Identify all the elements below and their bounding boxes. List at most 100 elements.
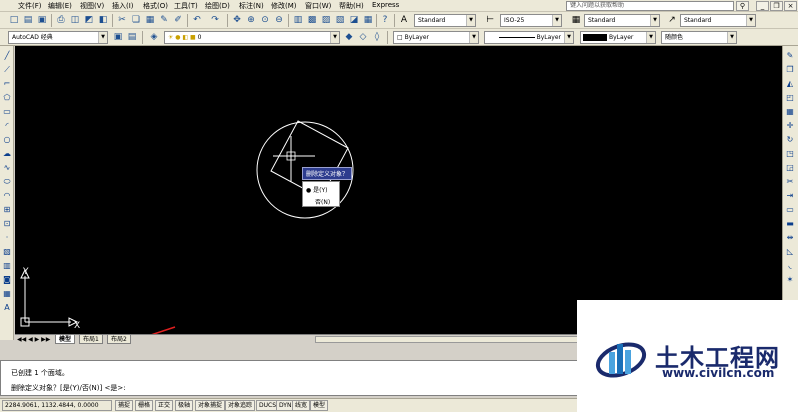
menu-view[interactable]: 视图(V): [80, 1, 104, 11]
menu-insert[interactable]: 插入(I): [112, 1, 134, 11]
properties-icon[interactable]: ▥: [292, 14, 304, 26]
revision-cloud-icon[interactable]: ☁: [1, 148, 13, 160]
lineweight-toggle[interactable]: 线宽: [292, 400, 311, 411]
layer-select[interactable]: ☀ ● ◧ ■ 0 ▼: [164, 31, 340, 44]
explode-icon[interactable]: ✶: [784, 274, 796, 286]
print-icon[interactable]: ⎙: [55, 14, 67, 26]
polyline-icon[interactable]: ⌐: [1, 78, 13, 90]
layer-states-icon[interactable]: ◊: [371, 31, 383, 43]
menu-format[interactable]: 格式(O): [143, 1, 168, 11]
option-yes[interactable]: ● 是(Y): [306, 185, 328, 194]
menu-tools[interactable]: 工具(T): [174, 1, 198, 11]
cut-icon[interactable]: ✂: [116, 14, 128, 26]
mirror-icon[interactable]: ◭: [784, 78, 796, 90]
drawing-canvas[interactable]: Y X: [15, 46, 782, 334]
print-preview-icon[interactable]: ◫: [69, 14, 81, 26]
offset-icon[interactable]: ◰: [784, 92, 796, 104]
linetype-select[interactable]: ByLayer ▼: [484, 31, 574, 44]
snap-toggle[interactable]: 捕捉: [115, 400, 134, 411]
trim-icon[interactable]: ✂: [784, 176, 796, 188]
menu-express[interactable]: Express: [372, 1, 399, 9]
gradient-icon[interactable]: ▥: [1, 260, 13, 272]
lineweight-select[interactable]: ByLayer ▼: [580, 31, 656, 44]
menu-file[interactable]: 文件(F): [18, 1, 42, 11]
erase-icon[interactable]: ✎: [784, 50, 796, 62]
copy-icon[interactable]: ❏: [130, 14, 142, 26]
tab-layout1[interactable]: 布局1: [79, 335, 103, 344]
polygon-icon[interactable]: ⬠: [1, 92, 13, 104]
search-icon[interactable]: ⚲: [736, 1, 749, 11]
plot-style-select[interactable]: 随颜色 ▼: [661, 31, 737, 44]
extend-icon[interactable]: ⇥: [784, 190, 796, 202]
chamfer-icon[interactable]: ◺: [784, 246, 796, 258]
otrack-toggle[interactable]: 对象追踪: [225, 400, 256, 411]
zoom-previous-icon[interactable]: ⊖: [273, 14, 285, 26]
circle-icon[interactable]: ○: [1, 134, 13, 146]
osnap-toggle[interactable]: 对象捕捉: [195, 400, 226, 411]
layer-properties-icon[interactable]: ◈: [148, 31, 160, 43]
plot-icon[interactable]: ◧: [97, 14, 109, 26]
tab-nav-arrows-icon[interactable]: ◀◀ ◀ ▶ ▶▶: [17, 335, 50, 344]
save-icon[interactable]: ▣: [36, 14, 48, 26]
close-icon[interactable]: ×: [784, 1, 797, 11]
move-icon[interactable]: ✛: [784, 120, 796, 132]
new-file-icon[interactable]: □: [8, 14, 20, 26]
color-select[interactable]: □ ByLayer ▼: [393, 31, 479, 44]
markup-icon[interactable]: ◪: [348, 14, 360, 26]
ortho-toggle[interactable]: 正交: [155, 400, 174, 411]
block-editor-icon[interactable]: ✐: [172, 14, 184, 26]
join-icon[interactable]: ⇹: [784, 232, 796, 244]
tool-palettes-icon[interactable]: ▨: [320, 14, 332, 26]
mtext-icon[interactable]: A: [1, 302, 13, 314]
hatch-icon[interactable]: ▧: [1, 246, 13, 258]
insert-block-icon[interactable]: ⊞: [1, 204, 13, 216]
copy-object-icon[interactable]: ❐: [784, 64, 796, 76]
rectangle-icon[interactable]: ▭: [1, 106, 13, 118]
point-icon[interactable]: ·: [1, 232, 13, 244]
array-icon[interactable]: ▦: [784, 106, 796, 118]
design-center-icon[interactable]: ▩: [306, 14, 318, 26]
calculator-icon[interactable]: ▦: [362, 14, 374, 26]
tab-layout2[interactable]: 布局2: [107, 335, 131, 344]
menu-help[interactable]: 帮助(H): [339, 1, 364, 11]
workspace-settings-icon[interactable]: ▣: [112, 31, 124, 43]
menu-modify[interactable]: 修改(M): [271, 1, 297, 11]
ellipse-arc-icon[interactable]: ◠: [1, 190, 13, 202]
pan-icon[interactable]: ✥: [231, 14, 243, 26]
break-icon[interactable]: ▬: [784, 218, 796, 230]
help-search-input[interactable]: 键入问题以获取帮助: [566, 1, 734, 11]
grid-toggle[interactable]: 栅格: [135, 400, 154, 411]
fillet-icon[interactable]: ◟: [784, 260, 796, 272]
make-current-layer-icon[interactable]: ◆: [343, 31, 355, 43]
sheet-set-icon[interactable]: ▧: [334, 14, 346, 26]
arc-icon[interactable]: ◜: [1, 120, 13, 132]
match-properties-icon[interactable]: ✎: [158, 14, 170, 26]
table-icon[interactable]: ▦: [1, 288, 13, 300]
region-icon[interactable]: ◙: [1, 274, 13, 286]
option-no[interactable]: 否(N): [315, 197, 330, 206]
command-line[interactable]: 已创建 1 个面域。 删除定义对象？[是(Y)/否(N)] <是>:: [0, 360, 580, 396]
menu-draw[interactable]: 绘图(D): [205, 1, 230, 11]
make-block-icon[interactable]: ⊡: [1, 218, 13, 230]
model-toggle[interactable]: 模型: [310, 400, 329, 411]
tab-model[interactable]: 模型: [55, 335, 76, 344]
menu-dimension[interactable]: 标注(N): [239, 1, 264, 11]
restore-icon[interactable]: ❐: [770, 1, 783, 11]
zoom-window-icon[interactable]: ⊙: [259, 14, 271, 26]
workspace-select[interactable]: AutoCAD 经典 ▼: [8, 31, 108, 44]
paste-icon[interactable]: ▦: [144, 14, 156, 26]
dim-style-select[interactable]: ISO-25 ▼: [500, 14, 562, 27]
layer-previous-icon[interactable]: ◇: [357, 31, 369, 43]
multileader-style-select[interactable]: Standard ▼: [680, 14, 756, 27]
open-folder-icon[interactable]: ▤: [22, 14, 34, 26]
polar-toggle[interactable]: 极轴: [175, 400, 194, 411]
spline-icon[interactable]: ∿: [1, 162, 13, 174]
stretch-icon[interactable]: ◲: [784, 162, 796, 174]
construction-line-icon[interactable]: ⟋: [1, 64, 13, 76]
table-style-select[interactable]: Standard ▼: [584, 14, 660, 27]
ellipse-icon[interactable]: ⬭: [1, 176, 13, 188]
scale-icon[interactable]: ◳: [784, 148, 796, 160]
break-point-icon[interactable]: ▭: [784, 204, 796, 216]
rotate-icon[interactable]: ↻: [784, 134, 796, 146]
help-icon[interactable]: ?: [379, 14, 391, 26]
